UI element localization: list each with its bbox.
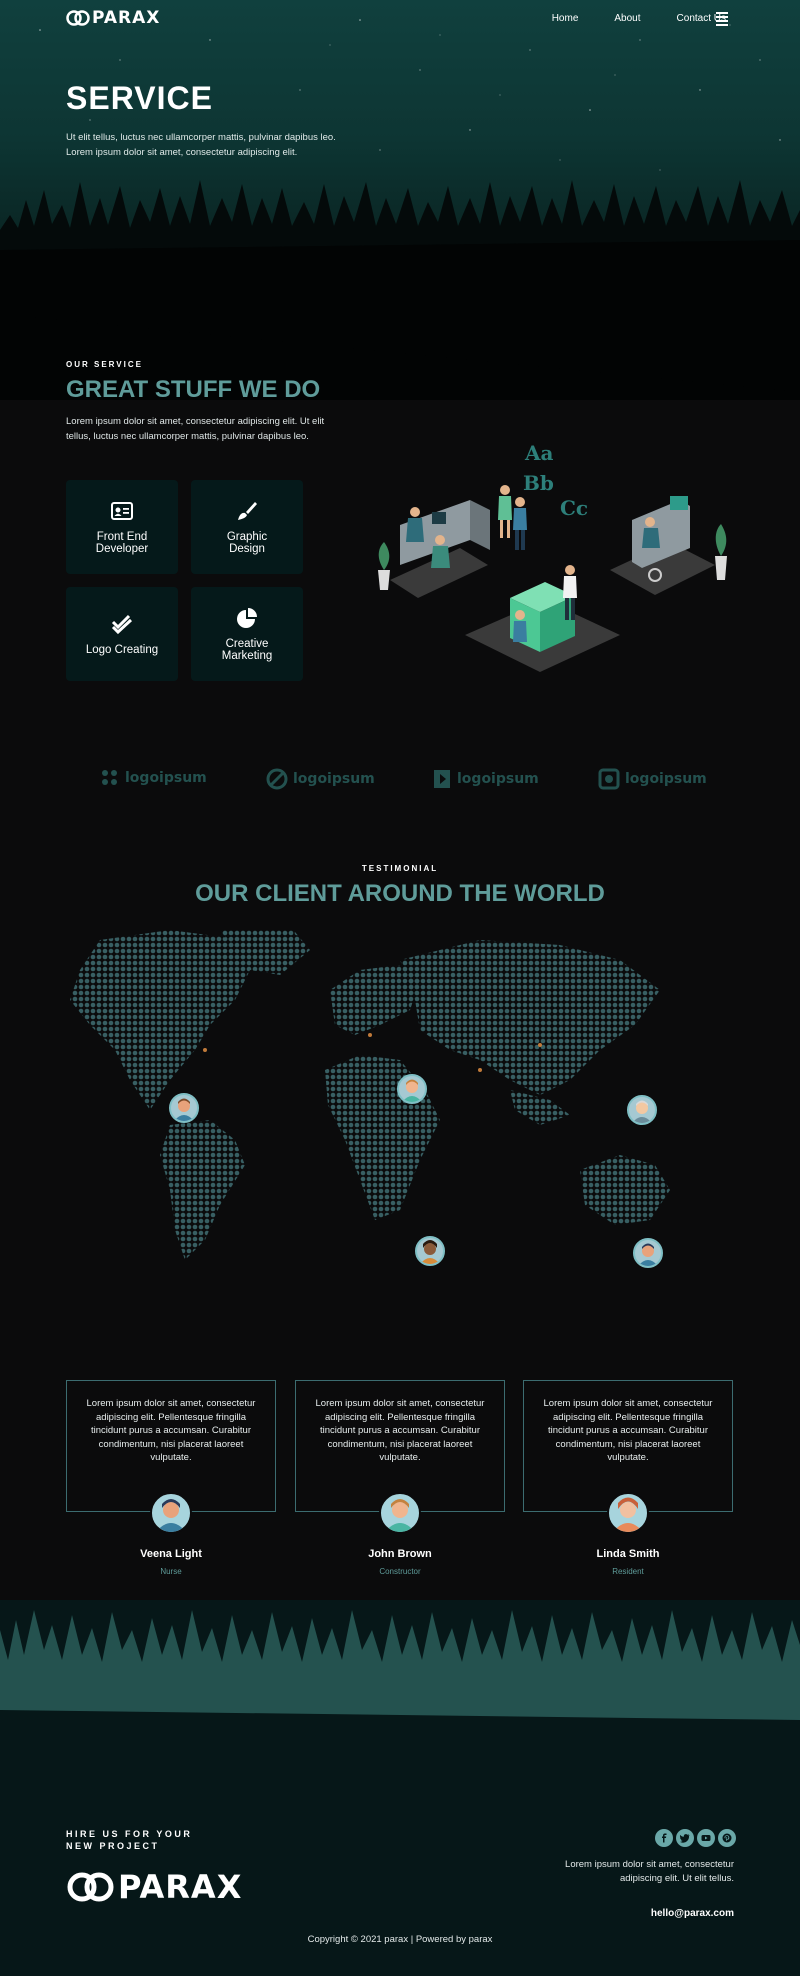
footer-eyebrow: HIRE US FOR YOUR NEW PROJECT [66,1828,192,1852]
team-workspace-illustration: Aa Bb Cc [378,441,727,672]
partner-logo[interactable]: logoipsum [598,768,707,790]
service-title: GREAT STUFF WE DO [66,376,321,403]
partner-logo-text: logoipsum [457,771,539,787]
testimonial-role: Resident [612,1567,644,1576]
footer-brand-name: PARAX [118,1868,243,1906]
pinterest-glyph [722,1833,732,1843]
footer [0,1600,800,1976]
copyright-text: Copyright © 2021 parax | Powered by para… [307,1934,493,1945]
partner-mark-icon [266,768,288,790]
testimonial-name: John Brown [368,1548,432,1560]
avatar-portrait [613,1497,643,1532]
testimonial-eyebrow: TESTIMONIAL [361,864,439,873]
footer-brand-logo[interactable]: PARAX [66,1868,242,1906]
avatar [420,1240,440,1264]
service-card-label-line-2: Design [229,543,265,555]
service-card-graphic-design[interactable]: Graphic Design [191,480,303,574]
service-card-label-line-1: Creative [225,638,269,650]
testimonial-role: Nurse [160,1567,182,1576]
page: PARAX Home About Contact Us SERVICE Ut e… [0,0,800,1976]
testimonial-name: Veena Light [140,1548,202,1560]
client-location-pin[interactable] [633,1238,663,1268]
illustration-letter: Bb [523,471,554,495]
paint-brush-icon [238,502,257,520]
brand-name: PARAX [92,8,161,28]
partner-logo[interactable]: logoipsum [432,768,539,790]
partner-logo-text: logoipsum [293,771,375,787]
service-card-creative-marketing[interactable]: Creative Marketing [191,587,303,681]
hero-subtitle-line-1: Ut elit tellus, luctus nec ullamcorper m… [66,132,336,143]
nav-about[interactable]: About [614,13,640,24]
hero-subtitle: Ut elit tellus, luctus nec ullamcorper m… [66,130,366,160]
partner-mark-icon [102,770,117,785]
service-card-label-line-2: Marketing [221,650,273,662]
avatar [632,1100,652,1123]
client-location-pin[interactable] [397,1074,427,1104]
partner-logo[interactable]: logoipsum [100,768,207,788]
testimonial-text: Lorem ipsum dolor sit amet, consectetur … [86,1398,256,1463]
partner-mark-icon [434,770,450,788]
partner-logo-text: logoipsum [625,771,707,787]
footer-description: Lorem ipsum dolor sit amet, consectetur … [565,1859,734,1884]
avatar [607,1492,649,1534]
double-check-icon [111,614,133,635]
client-location-pin[interactable] [415,1236,445,1266]
client-location-pin[interactable] [627,1095,657,1125]
pinterest-icon[interactable] [718,1829,736,1847]
testimonial-title: OUR CLIENT AROUND THE WORLD [195,880,605,907]
avatar-portrait [156,1499,186,1532]
page-title: SERVICE [66,80,213,116]
hamburger-menu-icon[interactable] [716,12,728,26]
avatar [379,1492,421,1534]
id-card-icon [111,502,133,520]
testimonial-text: Lorem ipsum dolor sit amet, consectetur … [543,1398,713,1463]
brand-logo[interactable]: PARAX [66,8,160,28]
footer-forest-silhouette [0,1610,800,1740]
youtube-glyph [701,1835,711,1841]
avatar [150,1492,192,1534]
client-location-pin[interactable] [169,1093,199,1123]
partner-logo[interactable]: logoipsum [266,768,375,790]
twitter-glyph [680,1834,690,1843]
hero-subtitle-line-2: Lorem ipsum dolor sit amet, consectetur … [66,147,298,158]
testimonial-role: Constructor [379,1567,421,1576]
illustration-letter: Aa [524,441,554,465]
youtube-icon[interactable] [697,1829,715,1847]
avatar [174,1098,194,1121]
avatar-portrait [385,1499,415,1532]
nav-home[interactable]: Home [552,13,579,24]
twitter-icon[interactable] [676,1829,694,1847]
service-card-label-line-1: Front End [96,531,148,543]
footer-eyebrow-line-2: NEW PROJECT [66,1841,160,1851]
service-card-logo-creating[interactable]: Logo Creating [66,587,178,681]
partner-mark-icon [598,768,620,790]
service-description: Lorem ipsum dolor sit amet, consectetur … [66,416,325,442]
footer-email-link[interactable]: hello@parax.com [651,1908,734,1919]
footer-eyebrow-line-1: HIRE US FOR YOUR [66,1829,193,1839]
service-eyebrow: OUR SERVICE [66,360,143,369]
facebook-icon[interactable] [655,1829,673,1847]
service-card-label-line-1: Graphic [226,531,268,543]
brand-rings-icon [66,10,90,26]
service-card-front-end[interactable]: Front End Developer [66,480,178,574]
avatar [638,1243,658,1266]
illustration-letter: Cc [560,496,588,520]
service-card-label-line-1: Logo Creating [85,644,159,656]
testimonial-name: Linda Smith [596,1548,660,1560]
partner-logo-text: logoipsum [125,770,207,786]
pie-chart-icon [237,608,257,628]
avatar [402,1079,422,1102]
facebook-glyph [662,1833,667,1843]
brand-rings-icon [67,1872,114,1902]
testimonial-text: Lorem ipsum dolor sit amet, consectetur … [315,1398,485,1463]
partner-logos: logoipsum logoipsum logoipsum logoipsum [0,768,800,798]
main-nav: Home About Contact Us [552,13,726,24]
service-card-label-line-2: Developer [95,543,149,555]
